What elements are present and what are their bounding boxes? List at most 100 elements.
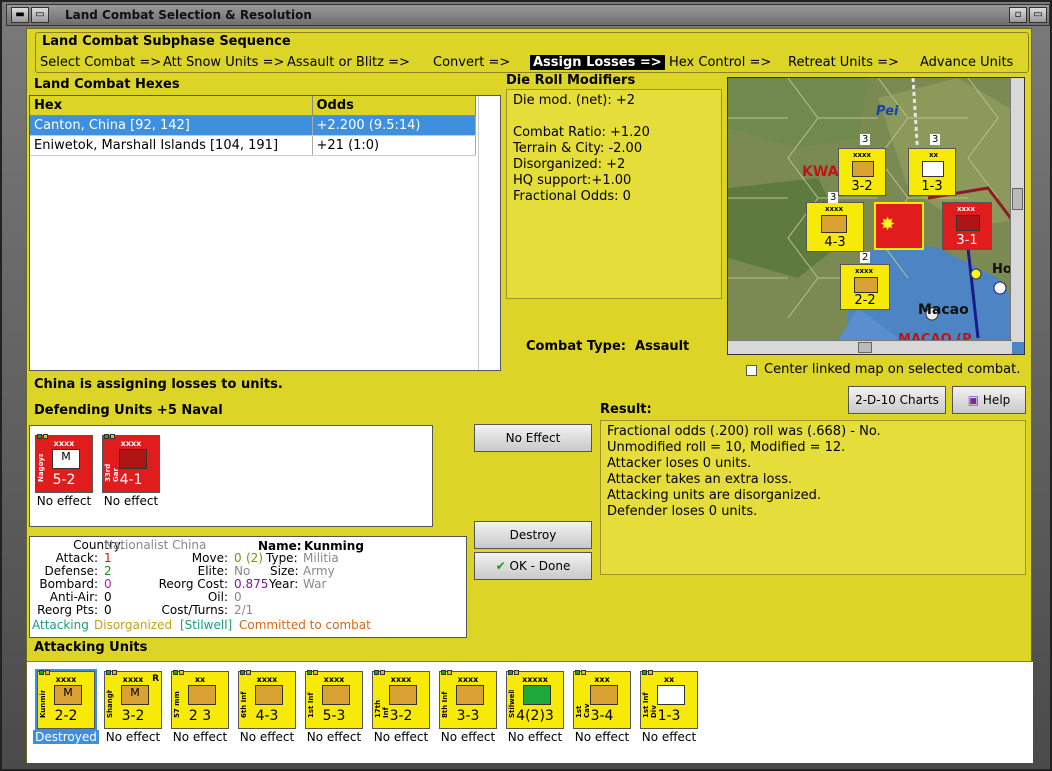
unit-counter[interactable]: xxxx 17th Inf 3-2 bbox=[372, 671, 430, 729]
result-line: Attacking units are disorganized. bbox=[607, 488, 821, 503]
info-reorg-label: Reorg Cost: bbox=[158, 577, 228, 591]
phase-bar-title: Land Combat Subphase Sequence bbox=[42, 34, 291, 49]
hexes-scrollbar[interactable] bbox=[478, 96, 500, 370]
ok-done-label: OK - Done bbox=[509, 559, 571, 573]
unit-result: No effect bbox=[507, 730, 563, 744]
info-elite-value: No bbox=[234, 564, 251, 578]
close-button[interactable]: ▭ bbox=[1029, 7, 1047, 23]
modifier-line bbox=[513, 109, 715, 125]
unit-counter[interactable]: xxxxx Stilwell 4(2)3 bbox=[506, 671, 564, 729]
info-bombard-value: 0 bbox=[104, 577, 112, 591]
column-header-hex[interactable]: Hex bbox=[30, 96, 313, 116]
unit-strength: 3-4 bbox=[590, 708, 614, 724]
unit-counter[interactable]: xxxx 6th Inf 4-3 bbox=[238, 671, 296, 729]
map-label-macao: Macao bbox=[918, 302, 969, 318]
result-line: Attacker takes an extra loss. bbox=[607, 472, 793, 487]
info-bombard-label: Bombard: bbox=[39, 577, 98, 591]
info-elite-label: Elite: bbox=[197, 564, 228, 578]
unit-counter[interactable]: xxxx Shanghai M 3-2 R bbox=[104, 671, 162, 729]
defending-title: Defending Units +5 Naval bbox=[34, 403, 223, 418]
unit-counter[interactable]: xxxx Kunming M 2-2 bbox=[35, 669, 97, 731]
charts-button[interactable]: 2-D-10 Charts bbox=[848, 386, 946, 414]
check-icon: ✔ bbox=[495, 559, 506, 573]
info-cost-label: Cost/Turns: bbox=[161, 603, 228, 617]
map-vertical-scrollbar[interactable] bbox=[1010, 78, 1024, 342]
unit-type-symbol: M bbox=[52, 449, 80, 469]
unit-type-symbol bbox=[389, 685, 417, 705]
stack-count: 3 bbox=[930, 134, 941, 145]
modifier-line: Die mod. (net): +2 bbox=[513, 93, 636, 108]
unit-strength: 4-3 bbox=[255, 708, 279, 724]
unit-counter[interactable]: xx 1st Inf Div 1-3 bbox=[640, 671, 698, 729]
map-unit[interactable]: xxxx 3-2 bbox=[838, 148, 886, 196]
help-book-icon: ▣ bbox=[967, 393, 980, 407]
table-row[interactable]: Eniwetok, Marshall Islands [104, 191] +2… bbox=[30, 135, 476, 156]
attacking-title: Attacking Units bbox=[34, 640, 148, 655]
odds-cell: +21 (1:0) bbox=[312, 135, 476, 156]
help-button[interactable]: ▣ Help bbox=[952, 386, 1026, 414]
hexes-list[interactable]: Hex Odds Canton, China [92, 142] +2.200 … bbox=[29, 95, 501, 371]
unit-status-dots bbox=[39, 664, 59, 675]
unit-strength: 3-3 bbox=[456, 708, 480, 724]
info-antiair-value: 0 bbox=[104, 590, 112, 604]
unit-status-dots bbox=[307, 664, 327, 675]
window-title: Land Combat Selection & Resolution bbox=[65, 8, 312, 22]
column-header-odds[interactable]: Odds bbox=[312, 96, 476, 116]
unit-reserve-flag: R bbox=[152, 674, 159, 684]
scroll-thumb[interactable] bbox=[1012, 188, 1023, 210]
map-unit[interactable]: xx 1-3 bbox=[908, 148, 956, 196]
unit-strength: 5-2 bbox=[52, 472, 76, 488]
system-menu-button[interactable]: ▬ bbox=[11, 7, 29, 23]
map-unit-combat-stack[interactable]: ✸ bbox=[874, 202, 924, 250]
unit-status-dots bbox=[575, 664, 595, 675]
window-frame: ▬ ▭ Land Combat Selection & Resolution ▫… bbox=[0, 0, 1052, 771]
unit-symbol bbox=[854, 277, 878, 293]
unit-result: No effect bbox=[574, 730, 630, 744]
unit-size-label: xxxxx bbox=[522, 675, 548, 684]
unit-type-symbol bbox=[119, 449, 147, 469]
center-map-checkbox[interactable] bbox=[746, 365, 757, 376]
unit-result: No effect bbox=[172, 730, 228, 744]
maximize-button[interactable]: ▫ bbox=[1009, 7, 1027, 23]
unit-symbol bbox=[821, 215, 847, 233]
unit-size-label: xx bbox=[663, 675, 675, 684]
table-row[interactable]: Canton, China [92, 142] +2.200 (9.5:14) bbox=[30, 115, 476, 136]
destroy-button[interactable]: Destroy bbox=[474, 521, 592, 549]
no-effect-button[interactable]: No Effect bbox=[474, 424, 592, 452]
unit-counter[interactable]: xxx 1st Cav 3-4 bbox=[573, 671, 631, 729]
unit-counter[interactable]: xxxx Nagoya M 5-2 bbox=[35, 435, 93, 493]
phase-retreat: Retreat Units => bbox=[788, 55, 899, 70]
unit-size-label: xxxx bbox=[55, 675, 77, 684]
unit-type-symbol: M bbox=[54, 685, 82, 705]
modifiers-title: Die Roll Modifiers bbox=[506, 73, 636, 88]
combat-type-value: Assault bbox=[635, 339, 690, 354]
explosion-icon: ✸ bbox=[880, 214, 896, 235]
info-move-label: Move: bbox=[191, 551, 228, 565]
minimize-button[interactable]: ▭ bbox=[31, 7, 49, 23]
unit-counter[interactable]: xxxx 8th Inf 3-3 bbox=[439, 671, 497, 729]
map-label-pei: Pei bbox=[876, 104, 899, 119]
map-unit[interactable]: xxxx 2-2 bbox=[840, 264, 890, 310]
unit-counter[interactable]: xxxx 33rd Gar 4-1 bbox=[102, 435, 160, 493]
unit-result: Destroyed bbox=[33, 730, 99, 744]
unit-status-dots bbox=[441, 664, 461, 675]
info-move-value: 0 bbox=[234, 551, 242, 565]
result-line: Fractional odds (.200) roll was (.668) -… bbox=[607, 424, 881, 439]
map-horizontal-scrollbar[interactable] bbox=[728, 340, 1012, 354]
center-map-label: Center linked map on selected combat. bbox=[764, 362, 1021, 377]
result-line: Defender loses 0 units. bbox=[607, 504, 758, 519]
map-unit[interactable]: xxxx 4-3 bbox=[806, 202, 864, 252]
modifier-line: HQ support:+1.00 bbox=[513, 173, 632, 188]
map-unit[interactable]: xxxx 3-1 bbox=[942, 202, 992, 250]
unit-size-label: xxx bbox=[594, 675, 610, 684]
unit-counter[interactable]: xxxx 1st Inf 5-3 bbox=[305, 671, 363, 729]
unit-result: No effect bbox=[306, 730, 362, 744]
combat-map[interactable]: Pei KWA NG Macao MACAO (P Ho xxxx 3-2 xx… bbox=[727, 77, 1025, 355]
scroll-thumb[interactable] bbox=[858, 342, 872, 353]
unit-result: No effect bbox=[36, 494, 92, 508]
modifier-line: Fractional Odds: 0 bbox=[513, 189, 631, 204]
unit-counter[interactable]: xx 57 mm 2 3 bbox=[171, 671, 229, 729]
info-oil-label: Oil: bbox=[207, 590, 228, 604]
odds-cell: +2.200 (9.5:14) bbox=[312, 115, 476, 136]
ok-done-button[interactable]: ✔ OK - Done bbox=[474, 552, 592, 580]
